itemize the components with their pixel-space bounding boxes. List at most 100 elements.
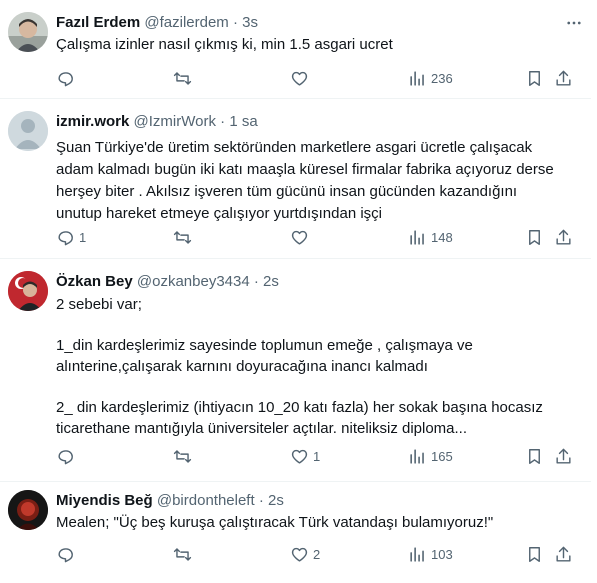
action-bar: 236: [0, 68, 591, 88]
separator-dot: ·: [232, 14, 238, 31]
avatar-photo: [8, 271, 48, 311]
share-button[interactable]: [554, 446, 573, 466]
like-button[interactable]: [290, 68, 313, 88]
avatar[interactable]: [8, 271, 48, 311]
share-icon: [556, 229, 571, 245]
action-bar: 2 103: [0, 544, 591, 564]
timestamp[interactable]: 2s: [268, 492, 284, 509]
avatar[interactable]: [8, 111, 48, 151]
author-name[interactable]: izmir.work: [56, 113, 129, 130]
tweet-text-line: unutup hareket etmeye çalışıyor yurtdışı…: [56, 205, 383, 222]
reply-button[interactable]: 1: [56, 227, 86, 247]
view-count: 148: [431, 229, 453, 245]
default-avatar-icon: [8, 111, 48, 151]
author-handle[interactable]: @fazilerdem: [144, 14, 228, 31]
bookmark-button[interactable]: [525, 68, 544, 88]
bookmark-icon: [529, 448, 540, 464]
author-handle[interactable]: @ozkanbey3434: [137, 273, 250, 290]
like-button[interactable]: 1: [290, 446, 320, 466]
reply-count: 1: [79, 229, 87, 245]
tweet-text-line: herşey biter . Akılsız işveren tüm gücün…: [56, 183, 518, 200]
share-button[interactable]: [554, 544, 573, 564]
bookmark-icon: [529, 229, 540, 245]
views-icon: [410, 448, 424, 464]
tweet-text: 2 sebebi var; 1_din kardeşlerimiz sayesi…: [56, 294, 581, 439]
view-count: 165: [431, 448, 453, 464]
view-count: 236: [431, 70, 453, 86]
tweet[interactable]: izmir.work @IzmirWork · 1 sa Şuan Türkiy…: [0, 99, 591, 259]
reply-icon: [58, 547, 73, 562]
views-icon: [410, 70, 424, 86]
share-button[interactable]: [554, 227, 573, 247]
bookmark-icon: [529, 70, 540, 86]
author-handle[interactable]: @IzmirWork: [134, 113, 216, 130]
reply-icon: [58, 449, 73, 464]
tweet-text-line: 1_din kardeşlerimiz sayesinde toplumun e…: [56, 337, 473, 354]
tweet-header: Fazıl Erdem @fazilerdem · 3s: [56, 13, 258, 33]
retweet-button[interactable]: [173, 544, 192, 564]
retweet-button[interactable]: [173, 68, 192, 88]
tweet-text-line: Şuan Türkiye'de üretim sektöründen marke…: [56, 139, 533, 156]
tweet-header: izmir.work @IzmirWork · 1 sa: [56, 112, 258, 132]
separator-dot: ·: [220, 113, 226, 130]
author-name[interactable]: Özkan Bey: [56, 273, 133, 290]
views-button[interactable]: 236: [408, 68, 453, 88]
reply-button[interactable]: [56, 68, 79, 88]
tweet[interactable]: Miyendis Beğ @birdontheleft · 2s Mealen;…: [0, 482, 591, 583]
action-bar: 1 165: [0, 446, 591, 466]
retweet-button[interactable]: [173, 446, 192, 466]
reply-icon: [58, 230, 73, 245]
like-icon: [291, 230, 308, 245]
tweet-text-line: Çalışma izinler nasıl çıkmış ki, min 1.5…: [56, 36, 393, 53]
more-icon[interactable]: [565, 14, 583, 32]
action-bar: 1 148: [0, 227, 591, 247]
tweet[interactable]: Fazıl Erdem @fazilerdem · 3s Çalışma izi…: [0, 0, 591, 99]
views-button[interactable]: 165: [408, 446, 453, 466]
bookmark-icon: [529, 546, 540, 562]
tweet-text: Şuan Türkiye'de üretim sektöründen marke…: [56, 137, 581, 225]
tweet-text-line: 2_ din kardeşlerimiz (ihtiyacın 10_20 ka…: [56, 399, 543, 416]
tweet-text: Çalışma izinler nasıl çıkmış ki, min 1.5…: [56, 35, 581, 55]
share-icon: [556, 546, 571, 562]
timestamp[interactable]: 1 sa: [229, 113, 257, 130]
views-button[interactable]: 103: [408, 544, 453, 564]
bookmark-button[interactable]: [525, 544, 544, 564]
retweet-button[interactable]: [173, 227, 192, 247]
tweet-header: Miyendis Beğ @birdontheleft · 2s: [56, 491, 284, 511]
avatar-photo: [8, 490, 48, 530]
tweet-header: Özkan Bey @ozkanbey3434 · 2s: [56, 272, 279, 292]
tweet-text-line: [56, 377, 581, 397]
tweet-text: Mealen; "Üç beş kuruşa çalıştıracak Türk…: [56, 513, 581, 533]
author-handle[interactable]: @birdontheleft: [157, 492, 255, 509]
timestamp[interactable]: 3s: [242, 14, 258, 31]
reply-button[interactable]: [56, 446, 79, 466]
like-icon: [291, 449, 308, 464]
author-name[interactable]: Miyendis Beğ: [56, 492, 153, 509]
avatar-photo: [8, 12, 48, 52]
like-button[interactable]: [290, 227, 313, 247]
tweet[interactable]: Özkan Bey @ozkanbey3434 · 2s 2 sebebi va…: [0, 259, 591, 482]
avatar[interactable]: [8, 12, 48, 52]
avatar[interactable]: [8, 490, 48, 530]
bookmark-button[interactable]: [525, 227, 544, 247]
author-name[interactable]: Fazıl Erdem: [56, 14, 140, 31]
tweet-text-line: 2 sebebi var;: [56, 296, 142, 313]
views-button[interactable]: 148: [408, 227, 453, 247]
like-button[interactable]: 2: [290, 544, 320, 564]
reply-icon: [58, 71, 73, 86]
tweet-text-line: ticarethane mantığıyla üniversiteler açt…: [56, 420, 468, 437]
tweet-feed: Fazıl Erdem @fazilerdem · 3s Çalışma izi…: [0, 0, 597, 583]
timestamp[interactable]: 2s: [263, 273, 279, 290]
retweet-icon: [173, 449, 192, 463]
views-icon: [410, 546, 424, 562]
separator-dot: ·: [258, 492, 264, 509]
separator-dot: ·: [253, 273, 259, 290]
like-count: 2: [313, 546, 321, 562]
share-icon: [556, 70, 571, 86]
reply-button[interactable]: [56, 544, 79, 564]
tweet-text-line: alınterine,çalışarak karnını doyuracağın…: [56, 358, 428, 375]
tweet-text-line: adam kalmadı bugün iki katı maaşla küres…: [56, 161, 554, 178]
bookmark-button[interactable]: [525, 446, 544, 466]
like-icon: [291, 71, 308, 86]
share-button[interactable]: [554, 68, 573, 88]
